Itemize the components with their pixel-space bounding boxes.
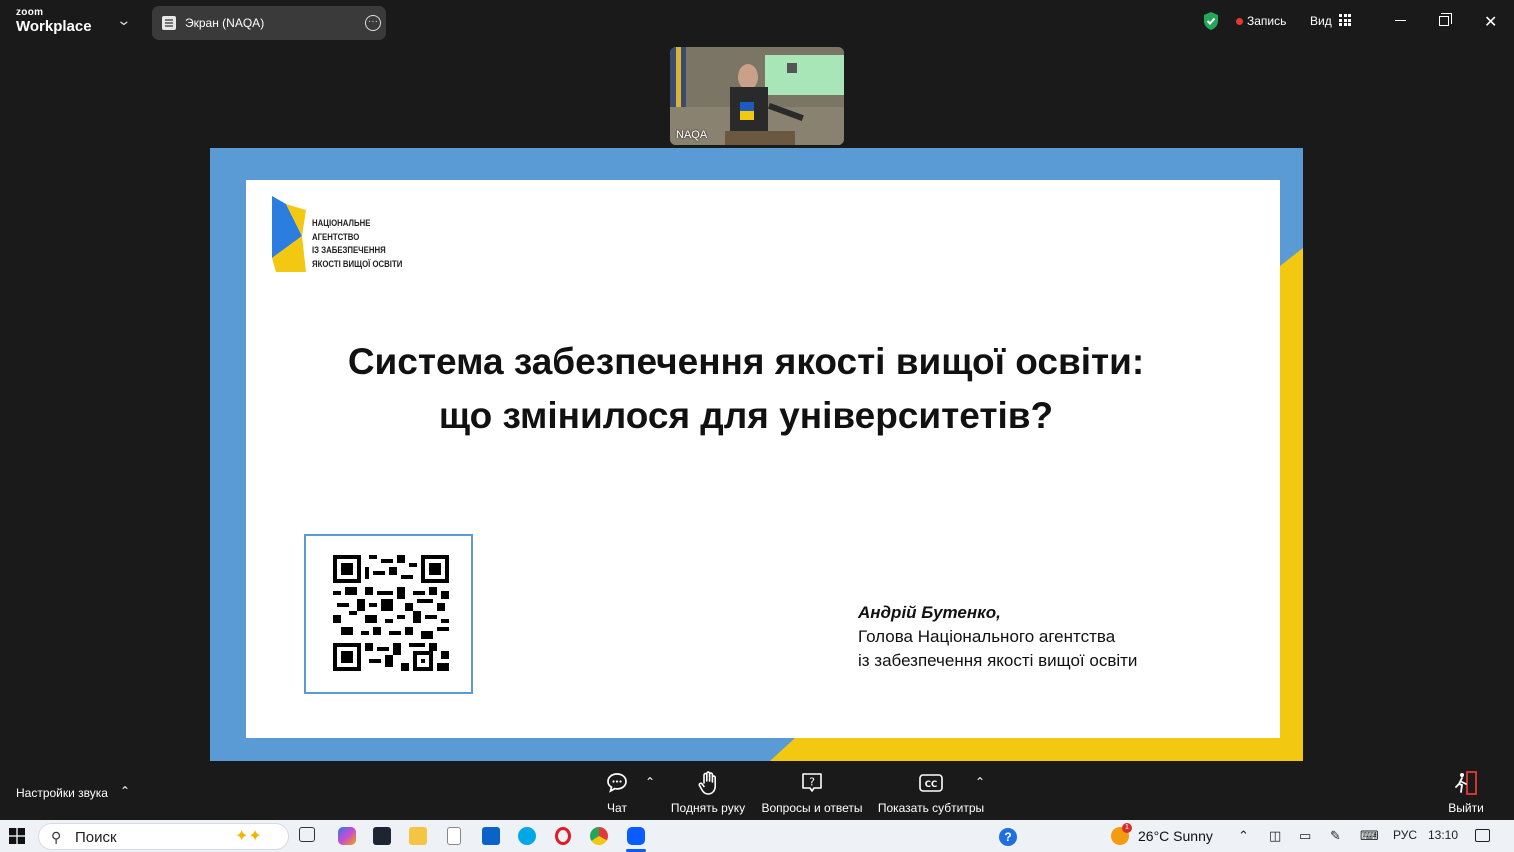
qa-icon: ?	[802, 773, 822, 792]
naqa-logo-icon	[272, 196, 306, 272]
qr-code-image	[333, 555, 449, 671]
windows-taskbar: ⚲ Поиск ✦✦ ? 1 26°C Sunny ⌃ ◫ ▭ ✎ ⌨ РУС …	[0, 820, 1514, 852]
pen-icon[interactable]: ✎	[1330, 828, 1341, 844]
closed-captions-icon: CC	[919, 774, 943, 792]
author-role-line-1: Голова Національного агентства	[858, 627, 1116, 646]
meeting-toolbar: Настройки звука ⌃ Чат ⌃ Поднять руку ? В…	[0, 761, 1514, 820]
author-role-line-2: із забезпечення якості вищої освіти	[858, 651, 1138, 670]
keyboard-icon[interactable]: ⌨	[1360, 828, 1379, 844]
terminal-icon[interactable]	[373, 827, 391, 845]
meeting-tab[interactable]: Экран (NAQA) ···	[152, 6, 386, 40]
screen-share-icon	[162, 16, 176, 30]
search-placeholder: Поиск	[75, 829, 117, 846]
chat-icon	[607, 773, 627, 793]
notepad-icon[interactable]	[447, 827, 461, 845]
close-button[interactable]: ✕	[1476, 8, 1506, 34]
minimize-button[interactable]	[1386, 8, 1416, 34]
opera-icon[interactable]	[555, 827, 571, 845]
copilot-icon[interactable]	[338, 827, 356, 845]
leave-label: Выйти	[1448, 801, 1484, 815]
taskbar-search-input[interactable]: ⚲ Поиск ✦✦	[38, 823, 289, 850]
qa-label: Вопросы и ответы	[761, 801, 863, 815]
grid-view-icon[interactable]	[1339, 14, 1351, 26]
meet-now-icon[interactable]: ◫	[1269, 828, 1281, 844]
weather-text[interactable]: 26°C Sunny	[1138, 828, 1213, 844]
search-icon: ⚲	[51, 829, 62, 845]
slide-title: Система забезпечення якості вищої освіти…	[246, 335, 1246, 443]
view-button[interactable]: Вид	[1310, 14, 1332, 28]
svg-text:CC: CC	[925, 780, 937, 790]
close-icon: ✕	[1484, 14, 1498, 31]
more-options-icon[interactable]: ···	[365, 15, 381, 31]
chat-button[interactable]: Чат	[597, 769, 637, 815]
notifications-icon[interactable]	[1475, 829, 1490, 842]
help-icon[interactable]: ?	[999, 828, 1017, 846]
participant-video[interactable]: NAQA	[670, 47, 844, 145]
raise-hand-label: Поднять руку	[670, 801, 746, 815]
svg-text:?: ?	[809, 776, 815, 789]
slide-title-line-2: що змінилося для університетів?	[438, 395, 1054, 436]
qr-code-frame	[304, 534, 473, 694]
audio-settings-button[interactable]: Настройки звука	[16, 786, 108, 800]
restore-button[interactable]	[1430, 8, 1460, 34]
battery-icon[interactable]: ▭	[1299, 828, 1311, 844]
title-bar: zoom Workplace ⌄ Экран (NAQA) ··· Запись…	[0, 0, 1514, 44]
skype-icon[interactable]	[518, 827, 536, 845]
chevron-down-icon[interactable]: ⌄	[116, 12, 131, 29]
file-explorer-icon[interactable]	[409, 827, 427, 845]
record-label[interactable]: Запись	[1247, 14, 1286, 28]
qa-button[interactable]: ? Вопросы и ответы	[760, 769, 864, 815]
chevron-up-icon[interactable]: ⌃	[645, 775, 655, 789]
zoom-window: zoom Workplace ⌄ Экран (NAQA) ··· Запись…	[0, 0, 1514, 852]
clock[interactable]: 13:10	[1428, 828, 1458, 842]
naqa-logo-text: НАЦІОНАЛЬНЕ АГЕНТСТВО ІЗ ЗАБЕЗПЕЧЕННЯ ЯК…	[312, 217, 402, 271]
brand-big-text: Workplace	[16, 18, 92, 35]
leave-button[interactable]: Выйти	[1441, 769, 1491, 815]
chrome-icon[interactable]	[590, 827, 608, 845]
author-block: Андрій Бутенко, Голова Національного аге…	[858, 601, 1137, 673]
chat-label: Чат	[607, 801, 627, 815]
logo-line: АГЕНТСТВО	[312, 231, 360, 243]
language-indicator[interactable]: РУС	[1393, 828, 1417, 842]
logo-line: ЯКОСТІ ВИЩОЇ ОСВІТИ	[312, 258, 403, 270]
raise-hand-icon	[698, 771, 716, 795]
task-view-icon[interactable]	[299, 827, 315, 842]
weather-badge: 1	[1122, 823, 1132, 833]
leave-icon	[1455, 771, 1477, 795]
encryption-shield-icon[interactable]	[1202, 11, 1220, 31]
captions-button[interactable]: CC Показать субтитры	[877, 769, 985, 815]
chevron-up-icon[interactable]: ⌃	[1238, 828, 1249, 844]
zoom-workplace-logo[interactable]: zoom Workplace	[16, 7, 92, 35]
search-highlight-icon: ✦✦	[235, 828, 262, 845]
outlook-icon[interactable]	[482, 827, 500, 845]
meeting-tab-label: Экран (NAQA)	[185, 16, 265, 30]
author-name: Андрій Бутенко,	[858, 603, 1001, 622]
chevron-up-icon[interactable]: ⌃	[120, 784, 130, 798]
record-indicator-icon	[1236, 18, 1243, 25]
minimize-icon	[1395, 20, 1406, 21]
participant-name-label: NAQA	[676, 129, 708, 141]
logo-line: НАЦІОНАЛЬНЕ	[312, 218, 371, 229]
captions-label: Показать субтитры	[877, 801, 985, 815]
brand-small-text: zoom	[16, 7, 44, 18]
logo-line: ІЗ ЗАБЕЗПЕЧЕННЯ	[312, 245, 386, 256]
zoom-app-icon[interactable]	[627, 827, 645, 845]
slide-title-line-1: Система забезпечення якості вищої освіти…	[347, 341, 1145, 382]
chevron-up-icon[interactable]: ⌃	[975, 775, 985, 789]
slide-content: НАЦІОНАЛЬНЕ АГЕНТСТВО ІЗ ЗАБЕЗПЕЧЕННЯ ЯК…	[246, 180, 1280, 738]
windows-start-icon[interactable]	[9, 828, 25, 844]
raise-hand-button[interactable]: Поднять руку	[668, 769, 748, 815]
shared-screen: НАЦІОНАЛЬНЕ АГЕНТСТВО ІЗ ЗАБЕЗПЕЧЕННЯ ЯК…	[210, 148, 1303, 761]
restore-icon	[1439, 13, 1452, 26]
